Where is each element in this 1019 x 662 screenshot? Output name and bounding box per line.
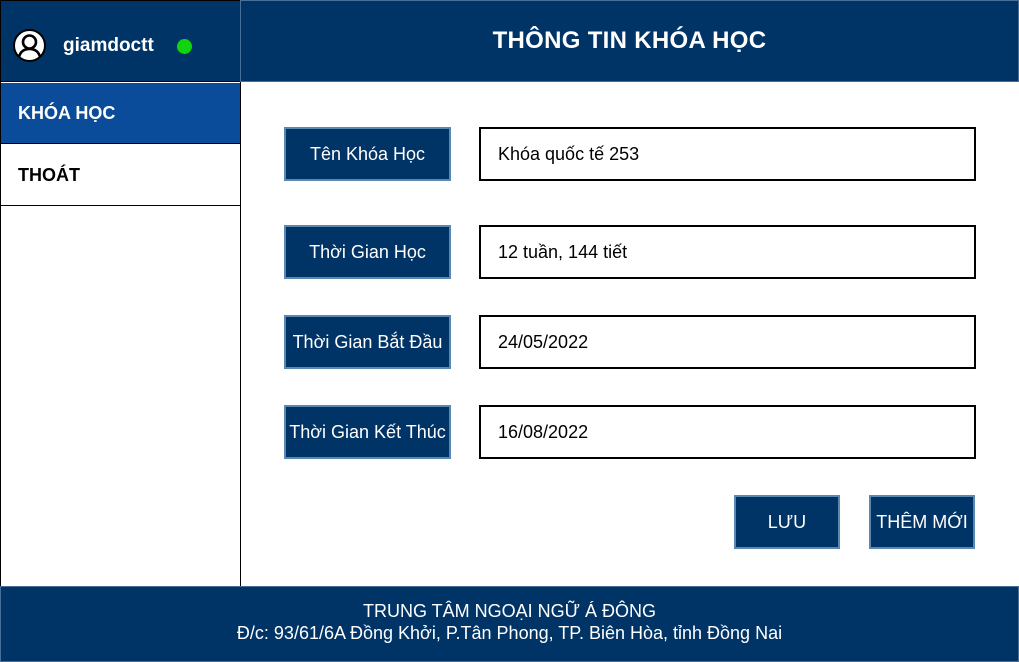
sidebar: giamdoctt KHÓA HỌC THOÁT (0, 0, 241, 587)
save-button[interactable]: LƯU (734, 495, 840, 549)
form-row-start-date: Thời Gian Bắt Đầu (284, 315, 976, 369)
user-circle-icon (13, 29, 46, 62)
username: giamdoctt (63, 35, 154, 56)
page-header: THÔNG TIN KHÓA HỌC (240, 0, 1019, 82)
study-time-input[interactable] (479, 225, 976, 279)
start-date-input[interactable] (479, 315, 976, 369)
online-status-dot (177, 39, 192, 54)
footer-center-name: TRUNG TÂM NGOẠI NGỮ Á ĐÔNG (362, 601, 657, 621)
course-name-label: Tên Khóa Học (284, 127, 451, 181)
course-name-input[interactable] (479, 127, 976, 181)
study-time-label: Thời Gian Học (284, 225, 451, 279)
page-title: THÔNG TIN KHÓA HỌC (492, 27, 767, 54)
user-bar: giamdoctt (1, 1, 240, 82)
end-date-input[interactable] (479, 405, 976, 459)
form-row-study-time: Thời Gian Học (284, 225, 976, 279)
footer: TRUNG TÂM NGOẠI NGỮ Á ĐÔNG Đ/c: 93/61/6A… (0, 586, 1019, 662)
add-new-button[interactable]: THÊM MỚI (869, 495, 975, 549)
sidebar-item-logout[interactable]: THOÁT (1, 145, 240, 206)
sidebar-item-label: KHÓA HỌC (18, 102, 116, 123)
sidebar-item-courses[interactable]: KHÓA HỌC (1, 83, 240, 144)
sidebar-item-label: THOÁT (18, 164, 80, 185)
form-row-course-name: Tên Khóa Học (284, 127, 976, 181)
form-row-end-date: Thời Gian Kết Thúc (284, 405, 976, 459)
end-date-label: Thời Gian Kết Thúc (284, 405, 451, 459)
footer-address: Đ/c: 93/61/6A Đồng Khởi, P.Tân Phong, TP… (236, 623, 783, 643)
start-date-label: Thời Gian Bắt Đầu (284, 315, 451, 369)
